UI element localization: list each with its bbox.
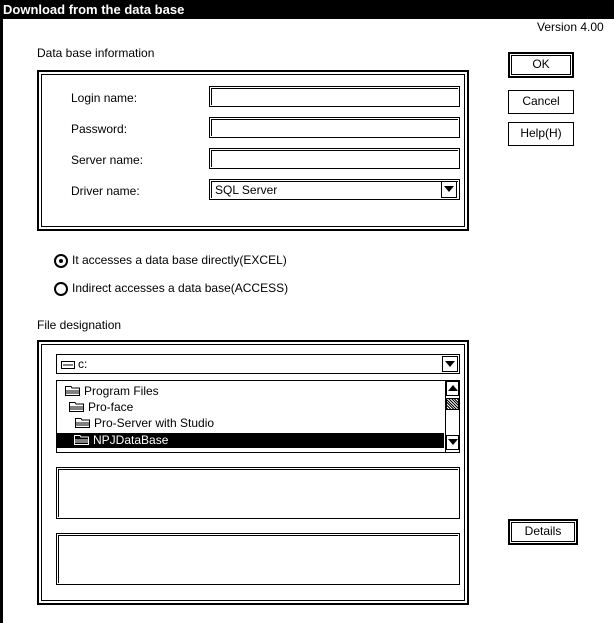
folder-tree[interactable]: Program Files Pro-face Pro-Server with S…	[56, 380, 460, 453]
chevron-down-icon	[445, 361, 455, 367]
password-label: Password:	[71, 122, 128, 136]
file-list-box[interactable]	[56, 467, 460, 519]
folder-open-icon	[65, 385, 81, 399]
folder-item-selected[interactable]: NPJDataBase	[57, 433, 444, 448]
direct-access-radio[interactable]	[54, 254, 68, 268]
details-text-box	[56, 533, 460, 585]
indirect-access-label: Indirect accesses a data base(ACCESS)	[72, 281, 289, 295]
folder-item[interactable]: Program Files	[65, 384, 159, 399]
server-name-label: Server name:	[71, 153, 144, 167]
version-label: Version 4.00	[537, 20, 604, 34]
scroll-down-button[interactable]	[446, 435, 459, 450]
folder-open-icon	[74, 434, 90, 448]
db-info-label: Data base information	[37, 46, 155, 60]
driver-name-label: Driver name:	[71, 184, 140, 198]
cancel-button[interactable]: Cancel	[508, 90, 574, 114]
folder-item[interactable]: Pro-Server with Studio	[75, 416, 214, 431]
chevron-down-icon	[444, 186, 454, 192]
window-title: Download from the data base	[3, 2, 185, 17]
drive-icon	[61, 359, 75, 373]
drive-value: c:	[78, 357, 88, 371]
login-name-label: Login name:	[71, 91, 138, 105]
direct-access-label: It accesses a data base directly(EXCEL)	[72, 253, 287, 267]
window-frame-left	[0, 19, 3, 623]
file-designation-label: File designation	[37, 318, 122, 332]
chevron-down-icon	[448, 439, 458, 445]
folder-open-icon	[69, 401, 85, 415]
chevron-up-icon	[448, 385, 458, 391]
drive-dropdown-button[interactable]	[442, 356, 458, 372]
folder-open-icon	[75, 417, 91, 431]
drive-select[interactable]: c:	[56, 354, 460, 374]
password-input[interactable]	[209, 117, 460, 138]
scroll-up-button[interactable]	[446, 381, 459, 396]
folder-tree-scrollbar[interactable]	[445, 381, 459, 452]
indirect-access-radio[interactable]	[54, 282, 68, 296]
folder-item[interactable]: Pro-face	[69, 400, 133, 415]
title-bar: Download from the data base	[0, 0, 614, 19]
details-button[interactable]: Details	[508, 519, 578, 545]
login-name-input[interactable]	[209, 86, 460, 107]
driver-dropdown-button[interactable]	[441, 181, 457, 198]
scroll-thumb[interactable]	[446, 398, 459, 410]
driver-name-value: SQL Server	[215, 183, 278, 197]
server-name-input[interactable]	[209, 148, 460, 169]
driver-name-select[interactable]: SQL Server	[209, 179, 460, 200]
ok-button[interactable]: OK	[508, 52, 574, 78]
help-button[interactable]: Help(H)	[508, 122, 574, 146]
